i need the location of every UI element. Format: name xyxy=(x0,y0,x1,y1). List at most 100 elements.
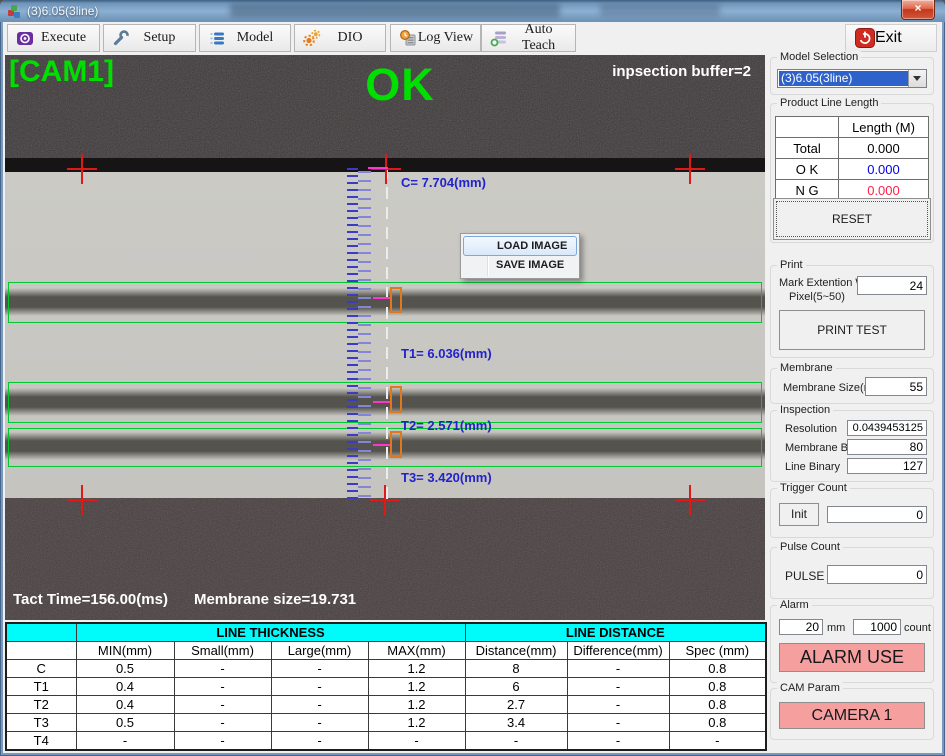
edge-cross-marker xyxy=(371,154,401,184)
context-menu: LOAD IMAGE SAVE IMAGE xyxy=(460,233,580,279)
ok-length-value: 0.000 xyxy=(839,159,929,180)
execute-button[interactable]: Execute xyxy=(7,24,100,52)
log-view-button[interactable]: Log View xyxy=(390,24,481,52)
total-length-value: 0.000 xyxy=(839,138,929,159)
product-line-length-title: Product Line Length xyxy=(777,97,881,109)
window-title: (3)6.05(3line) xyxy=(27,4,98,18)
cam-param-title: CAM Param xyxy=(777,682,843,694)
dio-button[interactable]: DIO xyxy=(294,24,386,52)
length-table: Length (M) Total0.000 O K0.000 N G0.000 xyxy=(775,116,929,201)
table-row: T1 0.4--1.26-0.8 xyxy=(6,678,766,696)
gears-icon xyxy=(303,29,321,47)
model-selection-value: (3)6.05(3line) xyxy=(779,71,908,86)
inspection-group: Inspection Resolution Membrane Binary Li… xyxy=(770,410,934,482)
execute-label: Execute xyxy=(34,30,99,46)
membrane-title: Membrane xyxy=(777,362,836,374)
membrane-size: Membrane size=19.731 xyxy=(194,591,356,608)
edge-cross-marker xyxy=(67,485,97,515)
init-button[interactable]: Init xyxy=(779,503,819,526)
membrane-group: Membrane Membrane Size(mm) xyxy=(770,368,934,404)
power-icon xyxy=(855,28,875,48)
trigger-count-input[interactable] xyxy=(827,506,927,523)
close-button[interactable]: × xyxy=(901,0,935,20)
background-window-blur xyxy=(600,4,720,16)
auto-teach-button[interactable]: Auto Teach xyxy=(481,24,576,52)
alarm-title: Alarm xyxy=(777,599,812,611)
model-selection-combobox[interactable]: (3)6.05(3line) xyxy=(777,69,927,88)
line-marker-rect xyxy=(390,431,402,458)
count-unit-label: count xyxy=(904,622,931,634)
trigger-count-title: Trigger Count xyxy=(777,482,850,494)
length-col-header: Length (M) xyxy=(839,117,929,138)
line-binary-label: Line Binary xyxy=(785,461,840,473)
model-selection-group: Model Selection (3)6.05(3line) xyxy=(770,57,934,95)
mark-extension-width-input[interactable] xyxy=(857,276,927,295)
camera-viewport[interactable]: [CAM1] OK inpsection buffer=2 C= 7.704(m… xyxy=(5,55,765,620)
resolution-label: Resolution xyxy=(785,423,837,435)
pixel-range-label: Pixel(5~50) xyxy=(789,291,845,303)
table-group-header-row: LINE THICKNESS LINE DISTANCE xyxy=(6,623,766,642)
exit-button[interactable]: Exit xyxy=(845,24,937,52)
setup-button[interactable]: Setup xyxy=(103,24,196,52)
menu-item-load-image[interactable]: LOAD IMAGE xyxy=(463,236,577,256)
menu-item-save-image[interactable]: SAVE IMAGE xyxy=(463,256,577,276)
title-bar: (3)6.05(3line) × xyxy=(0,0,945,22)
membrane-size-input[interactable] xyxy=(865,377,927,396)
trigger-count-group: Trigger Count Init xyxy=(770,488,934,538)
product-line-length-group: Product Line Length Length (M) Total0.00… xyxy=(770,103,934,243)
ruler-ticks-minor xyxy=(358,171,371,500)
edge-cross-marker xyxy=(67,154,97,184)
line-distance-header: LINE DISTANCE xyxy=(465,623,766,642)
scan-dashed-line xyxy=(386,167,388,501)
alarm-use-button[interactable]: ALARM USE xyxy=(779,643,925,672)
combo-dropdown-arrow-icon[interactable] xyxy=(908,70,926,87)
measurement-t1: T1= 6.036(mm) xyxy=(401,346,492,361)
pulse-count-input[interactable] xyxy=(827,565,927,584)
pulse-label: PULSE xyxy=(785,569,824,583)
alarm-count-input[interactable] xyxy=(853,619,901,635)
log-view-label: Log View xyxy=(417,30,480,46)
pulse-count-title: Pulse Count xyxy=(777,541,843,553)
detection-box-1 xyxy=(8,282,762,323)
log-clock-icon xyxy=(399,29,417,47)
cam-param-group: CAM Param CAMERA 1 xyxy=(770,688,934,740)
print-title: Print xyxy=(777,259,806,271)
list-icon xyxy=(208,29,226,47)
background-window-blur xyxy=(230,4,560,17)
tact-time: Tact Time=156.00(ms) xyxy=(13,591,168,608)
print-test-button[interactable]: PRINT TEST xyxy=(779,310,925,350)
alarm-group: Alarm mm count ALARM USE xyxy=(770,605,934,683)
camera1-button[interactable]: CAMERA 1 xyxy=(779,702,925,729)
auto-teach-label: Auto Teach xyxy=(508,22,575,54)
edge-cross-marker xyxy=(675,485,705,515)
mm-unit-label: mm xyxy=(827,622,845,634)
inspection-title: Inspection xyxy=(777,404,833,416)
ruler-ticks xyxy=(347,168,358,500)
edge-cross-marker xyxy=(370,485,400,515)
measure-tick xyxy=(373,444,391,446)
app-icon xyxy=(7,4,22,19)
settings-panel: Model Selection (3)6.05(3line) Product L… xyxy=(768,55,940,755)
measurement-t3: T3= 3.420(mm) xyxy=(401,470,492,485)
model-button[interactable]: Model xyxy=(199,24,291,52)
detection-box-3 xyxy=(8,428,762,467)
camera-icon xyxy=(16,29,34,47)
membrane-binary-input[interactable] xyxy=(847,439,927,455)
line-thickness-header: LINE THICKNESS xyxy=(76,623,465,642)
measure-tick xyxy=(368,167,388,169)
table-row: T3 0.5--1.23.4-0.8 xyxy=(6,714,766,732)
resolution-input[interactable] xyxy=(847,420,927,436)
app-window: (3)6.05(3line) × Execute Setup Model xyxy=(0,0,945,756)
line-marker-rect xyxy=(390,386,402,413)
measurement-t2: T2= 2.571(mm) xyxy=(401,418,492,433)
exit-label: Exit xyxy=(875,29,902,47)
alarm-mm-input[interactable] xyxy=(779,619,823,635)
line-binary-input[interactable] xyxy=(847,458,927,474)
setup-label: Setup xyxy=(130,30,195,46)
measure-tick xyxy=(373,297,391,299)
measure-tick xyxy=(373,401,391,403)
pulse-count-group: Pulse Count PULSE xyxy=(770,547,934,599)
table-row: T2 0.4--1.22.7-0.8 xyxy=(6,696,766,714)
reset-button[interactable]: RESET xyxy=(773,198,931,240)
model-label: Model xyxy=(226,30,290,46)
